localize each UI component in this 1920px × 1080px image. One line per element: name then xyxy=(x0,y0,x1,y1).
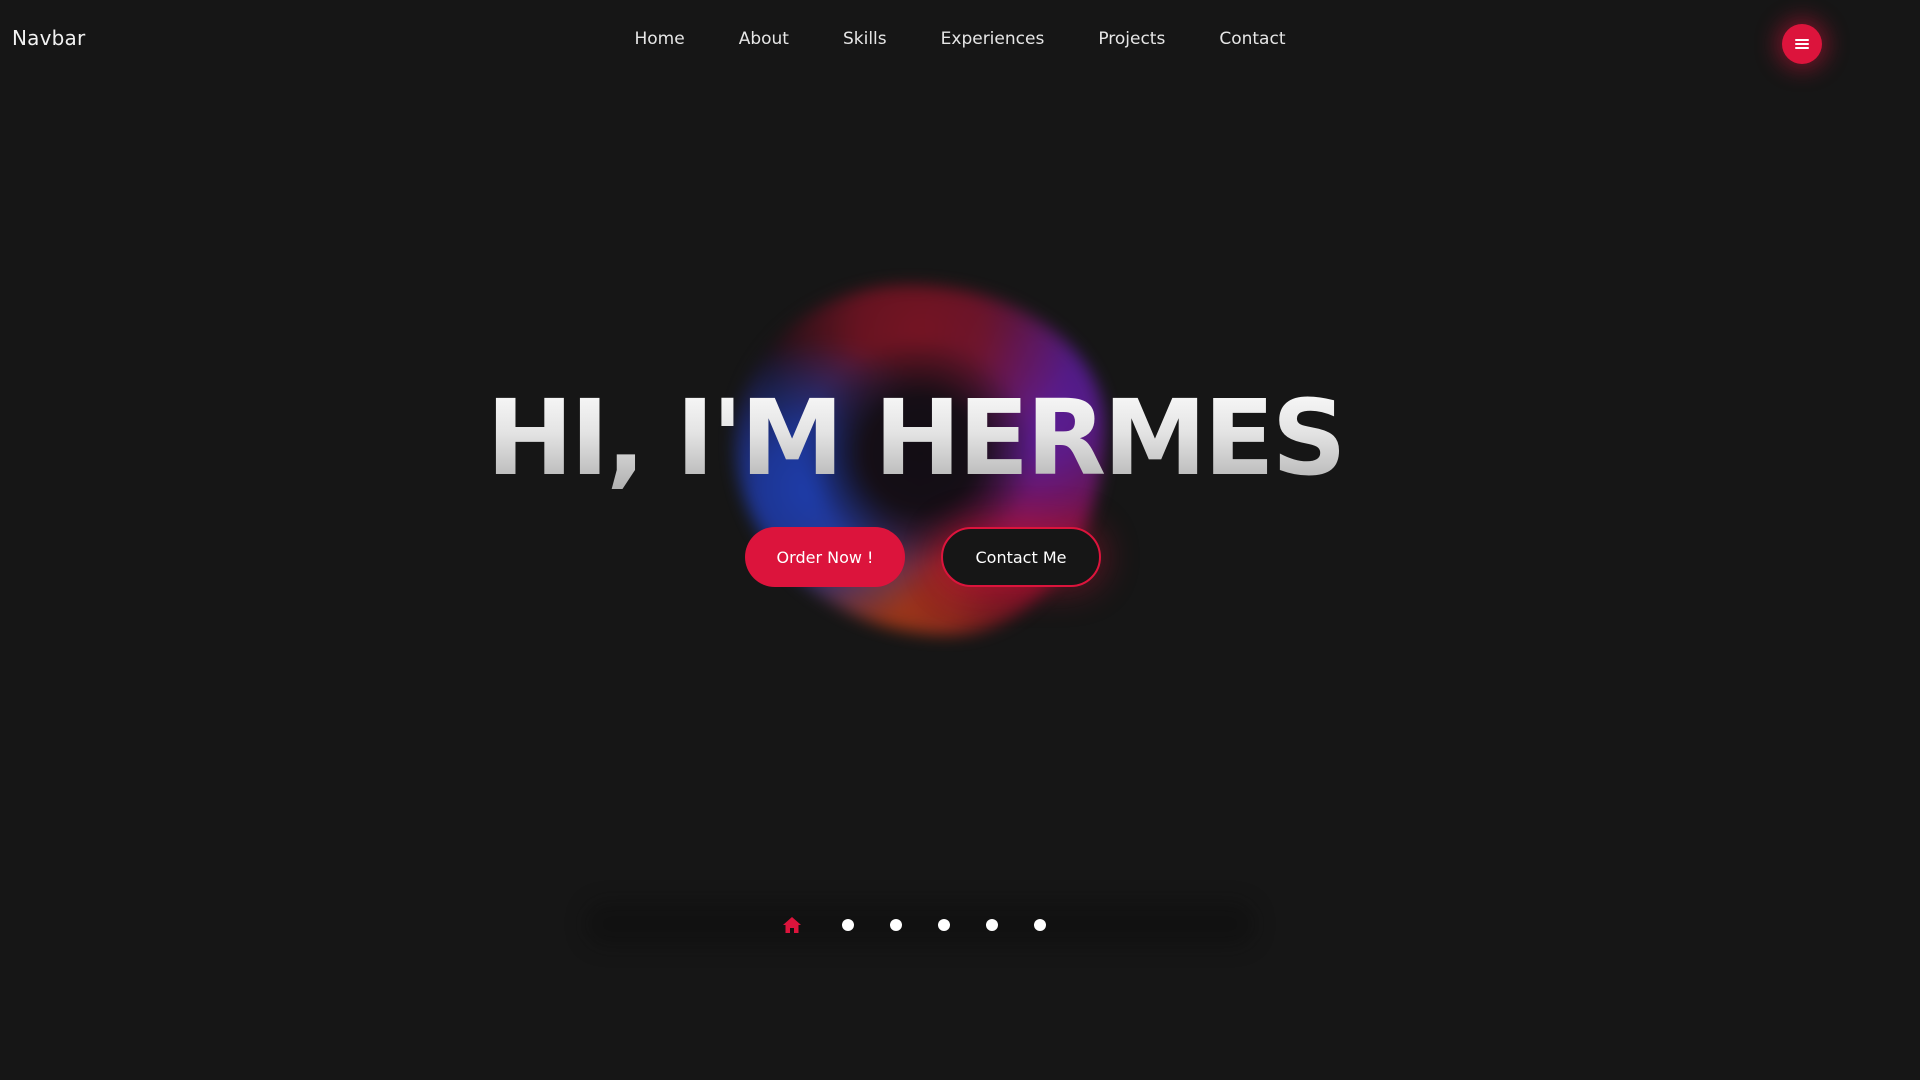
main-nav: Home About Skills Experiences Projects C… xyxy=(0,29,1920,49)
contact-me-button[interactable]: Contact Me xyxy=(941,527,1101,587)
nav-link-experiences[interactable]: Experiences xyxy=(914,29,1072,49)
nav-link-skills[interactable]: Skills xyxy=(816,29,914,49)
home-icon xyxy=(783,917,801,933)
dot-nav-item[interactable] xyxy=(938,919,950,931)
menu-button[interactable] xyxy=(1782,24,1822,64)
nav-link-about[interactable]: About xyxy=(712,29,816,49)
dot-nav-item[interactable] xyxy=(986,919,998,931)
nav-link-contact[interactable]: Contact xyxy=(1192,29,1312,49)
page: Navbar Home About Skills Experiences Pro… xyxy=(0,0,1920,1080)
nav-link-home[interactable]: Home xyxy=(608,29,712,49)
dot-nav xyxy=(780,910,1064,940)
order-now-button[interactable]: Order Now ! xyxy=(745,527,905,587)
dot-nav-home[interactable] xyxy=(780,913,804,937)
dot-nav-item[interactable] xyxy=(842,919,854,931)
hero-title: HI, I'M HERMES xyxy=(0,378,1830,498)
dot-nav-item[interactable] xyxy=(890,919,902,931)
dot-nav-item[interactable] xyxy=(1034,919,1046,931)
hamburger-menu-icon xyxy=(1795,39,1809,49)
nav-link-projects[interactable]: Projects xyxy=(1071,29,1192,49)
